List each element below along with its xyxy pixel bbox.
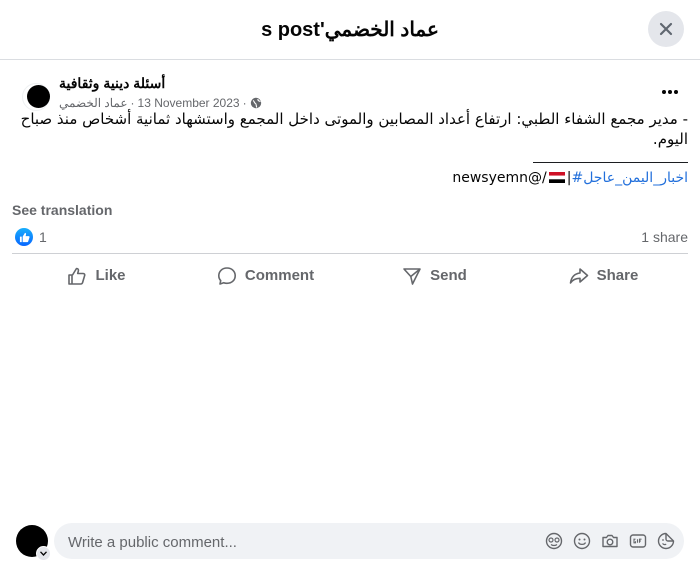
like-count[interactable]: 1 (39, 229, 47, 245)
meta-separator: · (130, 96, 135, 110)
post-actions: Like Comment Send Share (12, 253, 688, 297)
like-label: Like (95, 267, 126, 284)
more-icon (662, 90, 678, 94)
avatar-sticker-icon (545, 532, 563, 550)
send-icon (403, 267, 421, 285)
page-avatar[interactable] (27, 85, 50, 108)
more-options-button[interactable] (658, 80, 682, 104)
yemen-flag-icon (548, 172, 565, 183)
hashtag-line: newsyemn@/ |#اخبار_اليمن_عاجل (452, 170, 688, 186)
comment-icon (217, 266, 236, 285)
share-icon (569, 267, 588, 284)
sticker-icon (657, 532, 675, 550)
like-button[interactable]: Like (12, 254, 181, 297)
camera-button[interactable] (600, 531, 620, 551)
emoji-icon (573, 532, 591, 550)
send-button[interactable]: Send (350, 254, 519, 297)
globe-icon (250, 97, 261, 109)
post-author[interactable]: عماد الخضمي (59, 96, 128, 110)
gif-button[interactable] (628, 531, 648, 551)
camera-icon (602, 534, 618, 548)
comment-input[interactable] (66, 523, 530, 561)
post-meta: عماد الخضمي · 13 November 2023 · (59, 96, 262, 110)
hashtag-link[interactable]: #اخبار_اليمن_عاجل (571, 170, 688, 186)
like-icon (68, 267, 87, 285)
meta-separator: · (242, 96, 247, 110)
avatar-switcher[interactable] (36, 546, 51, 561)
avatar-sticker-button[interactable] (544, 531, 564, 551)
text-divider (533, 162, 688, 163)
comment-box (54, 523, 684, 561)
see-translation-link[interactable]: See translation (12, 202, 112, 218)
comment-composer (0, 515, 700, 577)
dialog-title: s post'عماد الخضمي (261, 19, 439, 41)
post-text: - مدير مجمع الشفاء الطبي: ارتفاع أعداد ا… (20, 110, 688, 148)
close-icon (659, 22, 673, 36)
reactions-bar: 1 1 share (12, 226, 688, 248)
gif-icon (629, 534, 647, 548)
page-name[interactable]: أسئلة دينية وثقافية (59, 75, 165, 92)
dialog-header: s post'عماد الخضمي (0, 0, 700, 60)
source-handle: newsyemn@/ (452, 170, 547, 186)
post-date[interactable]: 13 November 2023 (138, 96, 240, 110)
emoji-button[interactable] (572, 531, 592, 551)
share-button[interactable]: Share (519, 254, 688, 297)
sticker-button[interactable] (656, 531, 676, 551)
share-count[interactable]: 1 share (641, 229, 688, 245)
like-reaction-icon[interactable] (15, 228, 33, 246)
send-label: Send (430, 267, 467, 284)
thumbs-up-icon (19, 232, 30, 242)
composer-tools (544, 531, 676, 551)
comment-button[interactable]: Comment (181, 254, 350, 297)
chevron-down-icon (40, 551, 47, 556)
close-button[interactable] (648, 11, 684, 47)
share-label: Share (596, 267, 639, 284)
comment-label: Comment (244, 267, 315, 284)
